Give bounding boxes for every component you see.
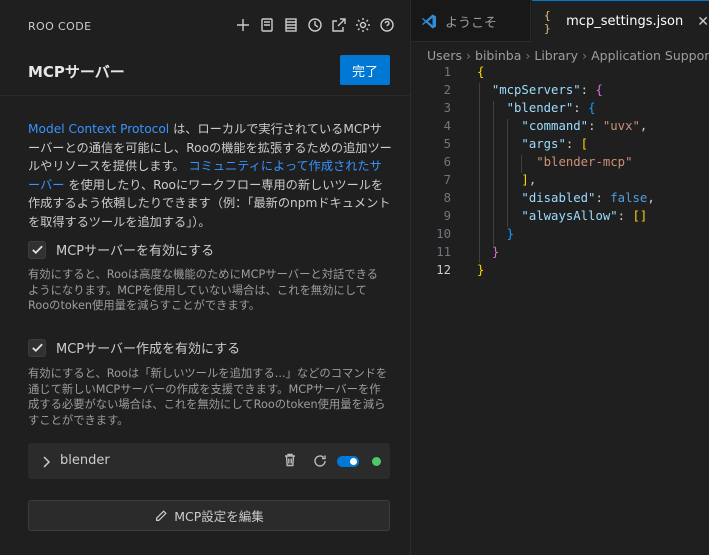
enable-mcp-checkbox[interactable] xyxy=(28,240,46,259)
line-number: 3 xyxy=(443,101,451,115)
line-number: 4 xyxy=(443,119,451,133)
server-name: blender xyxy=(60,453,110,468)
code-line: "args": [ xyxy=(521,137,589,151)
json-key: "blender" xyxy=(506,101,574,115)
chevron-right-icon: › xyxy=(466,48,472,63)
clock-icon[interactable] xyxy=(306,16,324,34)
code-line: "alwaysAllow": [] xyxy=(521,209,648,223)
server-enable-toggle[interactable] xyxy=(337,456,359,467)
close-icon[interactable]: ✕ xyxy=(697,14,709,30)
app-title: ROO CODE xyxy=(28,20,92,33)
code-line: "blender": { xyxy=(506,101,596,115)
code-line: "blender-mcp" xyxy=(477,155,632,169)
line-number: 10 xyxy=(436,227,451,241)
breadcrumb-item[interactable]: Users xyxy=(427,48,462,63)
tab-welcome-label: ようこそ xyxy=(445,15,498,31)
description-text-2: を使用したり、Rooにワークフロー専用の新しいツールを作成するよう依頼したりでき… xyxy=(28,177,391,229)
code-line: { xyxy=(477,65,485,79)
gear-icon[interactable] xyxy=(354,16,372,34)
tab-mcp-settings-label: mcp_settings.json xyxy=(566,14,684,29)
server-status-dot xyxy=(372,457,381,466)
json-key: "mcpServers" xyxy=(491,83,581,97)
panel-header: MCPサーバー 完了 xyxy=(0,54,410,96)
panel-toolbar xyxy=(234,16,396,34)
roo-code-panel: ROO CODE MCPサーバー 完了 Model Context Protoc… xyxy=(0,0,410,555)
trash-icon[interactable] xyxy=(282,452,298,472)
code-line: "disabled": false, xyxy=(521,191,655,205)
line-number: 9 xyxy=(443,209,451,223)
enable-server-creation-label: MCPサーバー作成を有効にする xyxy=(56,342,241,357)
editor-tabs: ようこそ { } mcp_settings.json ✕ xyxy=(411,0,709,42)
edit-mcp-settings-button[interactable]: MCP設定を編集 xyxy=(28,500,390,531)
enable-server-creation-help: 有効にすると、Rooは「新しいツールを追加する...」などのコマンドを通じて新し… xyxy=(28,367,388,427)
code-line: "command": "uvx", xyxy=(521,119,648,133)
tab-welcome[interactable]: ようこそ xyxy=(411,0,531,42)
code-line: ], xyxy=(521,173,537,187)
refresh-icon[interactable] xyxy=(312,453,328,473)
enable-mcp-help: 有効にすると、Rooは高度な機能のためにMCPサーバーと対話できるようになります… xyxy=(28,268,378,312)
code-editor: ようこそ { } mcp_settings.json ✕ Users › bibin… xyxy=(411,0,709,555)
history-icon[interactable] xyxy=(258,16,276,34)
json-icon: { } xyxy=(544,8,551,35)
server-row-blender[interactable]: blender xyxy=(28,443,390,479)
help-icon[interactable] xyxy=(378,16,396,34)
code-line: } xyxy=(477,263,485,277)
mcp-protocol-link[interactable]: Model Context Protocol xyxy=(28,122,169,136)
line-number: 6 xyxy=(443,155,451,169)
breadcrumb-item[interactable]: Library xyxy=(534,48,578,63)
mcp-description: Model Context Protocol は、ローカルで実行されているMCP… xyxy=(28,120,393,231)
code-line: } xyxy=(506,227,515,241)
enable-server-creation-option: MCPサーバー作成を有効にする xyxy=(28,338,240,357)
line-number: 2 xyxy=(443,83,451,97)
json-key: "alwaysAllow" xyxy=(521,209,618,223)
check-icon xyxy=(31,343,43,353)
enable-server-creation-checkbox[interactable] xyxy=(28,338,46,357)
panel-topbar: ROO CODE xyxy=(0,0,410,54)
plus-icon[interactable] xyxy=(234,16,252,34)
line-number: 11 xyxy=(436,245,451,259)
json-value: "blender-mcp" xyxy=(536,155,633,169)
chevron-right-icon: › xyxy=(525,48,531,63)
breadcrumb-item[interactable]: bibinba xyxy=(475,48,521,63)
code-line: "mcpServers": { xyxy=(491,83,603,97)
breadcrumb-item[interactable]: Application Support xyxy=(591,48,709,63)
pencil-icon xyxy=(156,509,167,521)
chevron-right-icon: › xyxy=(582,48,588,63)
vscode-icon xyxy=(422,14,436,29)
check-icon xyxy=(31,245,43,255)
enable-mcp-option: MCPサーバーを有効にする xyxy=(28,240,214,259)
line-number: 12 xyxy=(436,263,451,277)
edit-mcp-settings-label: MCP設定を編集 xyxy=(174,509,264,524)
server-icon[interactable] xyxy=(282,16,300,34)
line-number: 8 xyxy=(443,191,451,205)
chevron-right-icon[interactable] xyxy=(40,454,52,468)
json-key: "disabled" xyxy=(521,191,596,205)
line-number: 5 xyxy=(443,137,451,151)
done-button[interactable]: 完了 xyxy=(340,55,390,85)
tab-mcp-settings[interactable]: { } mcp_settings.json ✕ xyxy=(532,0,709,42)
toggle-knob xyxy=(350,458,357,465)
code-line: } xyxy=(491,245,500,259)
json-key: "command" xyxy=(521,119,589,133)
breadcrumb: Users › bibinba › Library › Application Suppor… xyxy=(427,48,709,63)
json-key: "args" xyxy=(521,137,566,151)
line-number: 7 xyxy=(443,173,451,187)
popout-icon[interactable] xyxy=(330,16,348,34)
json-value: false xyxy=(610,191,648,205)
enable-mcp-label: MCPサーバーを有効にする xyxy=(56,244,215,259)
line-number: 1 xyxy=(443,65,451,79)
json-value: "uvx" xyxy=(602,119,640,133)
page-title: MCPサーバー xyxy=(28,63,125,81)
